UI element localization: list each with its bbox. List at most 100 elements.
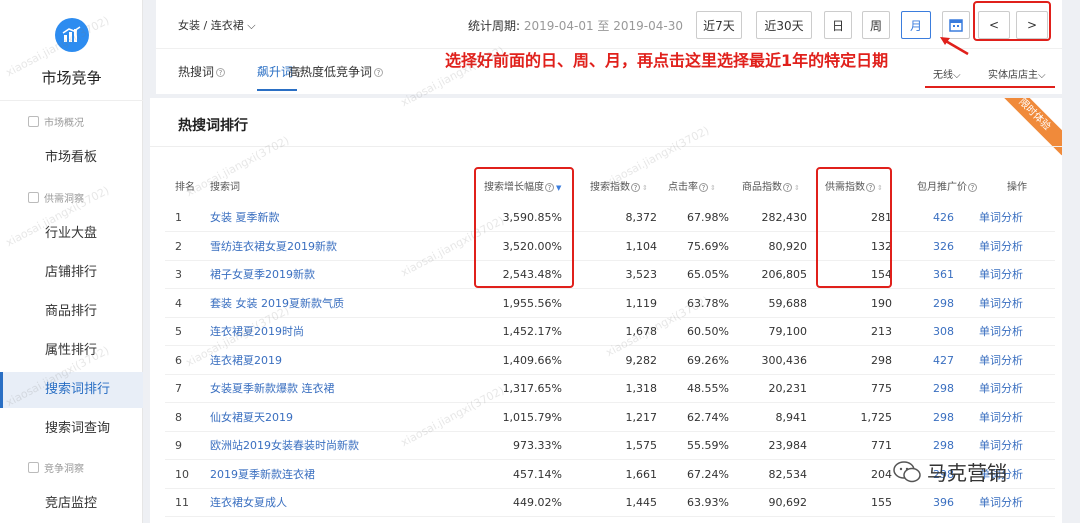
category-selector[interactable]: 女装 / 连衣裙 ⌵: [178, 17, 256, 33]
annotation-highlight-date-nav: [973, 1, 1051, 41]
word-analysis-link[interactable]: 单词分析: [979, 347, 1023, 375]
word-analysis-link[interactable]: 单词分析: [979, 404, 1023, 432]
last-30-days-button[interactable]: 近30天: [756, 11, 812, 39]
last-7-days-button[interactable]: 近7天: [696, 11, 742, 39]
cell-growth: 1,452.17%: [502, 325, 562, 338]
table-row: 8 仙女裙夏天2019 1,015.79% 1,217 62.74% 8,941 1,725…: [165, 404, 1055, 432]
day-button[interactable]: 日: [824, 11, 852, 39]
cell-growth: 973.33%: [513, 439, 562, 452]
word-analysis-link[interactable]: 单词分析: [979, 290, 1023, 318]
cell-goods-index: 8,941: [775, 410, 808, 424]
section-icon: [28, 116, 39, 127]
cell-search-index: 1,678: [625, 325, 658, 338]
cell-search-index: 1,661: [625, 467, 658, 481]
cell-ctr: 65.05%: [687, 268, 729, 281]
word-analysis-link[interactable]: 单词分析: [979, 375, 1023, 403]
chevron-down-icon: ⌵: [247, 19, 256, 32]
cell-growth: 1,317.65%: [502, 382, 562, 395]
cell-rank: 6: [175, 353, 182, 367]
keyword-link[interactable]: 女装 夏季新款: [210, 204, 280, 232]
tab-low-competition[interactable]: 高热度低竞争词?: [288, 63, 384, 80]
brand-name: 马克营销: [927, 461, 1007, 485]
cell-goods-index: 90,692: [768, 496, 808, 509]
sidebar-section-competition: 竞争洞察: [28, 460, 84, 475]
cell-supply-index: 1,725: [860, 410, 893, 424]
sidebar-item-search-rank[interactable]: 搜索词排行: [0, 372, 143, 408]
cell-ctr: 62.74%: [687, 410, 729, 424]
cell-search-index: 3,523: [625, 268, 658, 281]
cell-goods-index: 80,920: [768, 239, 808, 253]
word-analysis-link[interactable]: 单词分析: [979, 204, 1023, 232]
keyword-link[interactable]: 裙子女夏季2019新款: [210, 261, 315, 289]
keyword-link[interactable]: 连衣裙夏2019: [210, 347, 282, 375]
cell-search-index: 1,575: [625, 439, 658, 452]
sidebar-divider: [0, 100, 143, 101]
active-tab-indicator: [257, 89, 297, 91]
cell-supply-index: 775: [871, 382, 892, 395]
help-icon: ?: [699, 182, 708, 192]
table-row: 1 女装 夏季新款 3,590.85% 8,372 67.98% 282,430 281 42…: [165, 204, 1055, 232]
sidebar-item-industry[interactable]: 行业大盘: [0, 216, 143, 252]
seller-type-filter[interactable]: 实体店店主⌵: [988, 66, 1046, 81]
cell-goods-index: 20,231: [768, 382, 808, 395]
cell-rank: 3: [175, 268, 182, 281]
cell-growth: 457.14%: [513, 467, 562, 481]
keyword-link[interactable]: 连衣裙夏2019时尚: [210, 318, 304, 346]
keyword-link[interactable]: 2019夏季新款连衣裙: [210, 461, 315, 489]
cell-supply-index: 190: [871, 296, 892, 310]
sort-icon[interactable]: ⇕: [710, 184, 716, 192]
header-rank: 排名: [175, 182, 195, 193]
word-analysis-link[interactable]: 单词分析: [979, 261, 1023, 289]
cell-monthly-price: 298: [933, 382, 954, 395]
keyword-link[interactable]: 欧洲站2019女装春装时尚新款: [210, 432, 359, 460]
keyword-link[interactable]: 仙女裙夏天2019: [210, 404, 293, 432]
header-keyword: 搜索词: [210, 182, 240, 193]
cell-rank: 7: [175, 382, 182, 395]
sidebar: 市场竞争 市场概况 市场看板 供需洞察 行业大盘 店铺排行 商品排行 属性排行 …: [0, 0, 143, 523]
cell-growth: 449.02%: [513, 496, 562, 509]
keyword-link[interactable]: 连衣裙女夏成人: [210, 489, 287, 517]
sidebar-item-goods-rank[interactable]: 商品排行: [0, 294, 143, 330]
tab-hot-words[interactable]: 热搜词?: [178, 63, 226, 80]
chevron-down-icon: ⌵: [1038, 70, 1046, 81]
table-row: 2 雪纺连衣裙女夏2019新款 3,520.00% 1,104 75.69% 80,920…: [165, 233, 1055, 261]
cell-ctr: 48.55%: [687, 382, 729, 395]
header-goods-index[interactable]: 商品指数? ⇕: [742, 178, 800, 193]
cell-search-index: 8,372: [625, 211, 658, 224]
month-button[interactable]: 月: [901, 11, 931, 39]
sidebar-item-competitor-monitor[interactable]: 竞店监控: [0, 486, 143, 522]
sidebar-item-market-dashboard[interactable]: 市场看板: [0, 140, 143, 176]
help-icon: ?: [216, 68, 226, 77]
cell-search-index: 1,217: [625, 410, 658, 424]
chevron-down-icon: ⌵: [953, 70, 961, 81]
keyword-link[interactable]: 套装 女装 2019夏新款气质: [210, 290, 344, 318]
word-analysis-link[interactable]: 单词分析: [979, 432, 1023, 460]
word-analysis-link[interactable]: 单词分析: [979, 318, 1023, 346]
cell-supply-index: 298: [871, 353, 892, 367]
section-icon: [28, 462, 39, 473]
cell-monthly-price: 298: [933, 296, 954, 310]
sort-icon[interactable]: ⇕: [642, 184, 648, 192]
word-analysis-link[interactable]: 单词分析: [979, 233, 1023, 261]
help-icon: ?: [783, 182, 792, 192]
cell-rank: 1: [175, 211, 182, 224]
word-analysis-link[interactable]: 单词分析: [979, 489, 1023, 517]
cell-goods-index: 59,688: [768, 296, 808, 310]
annotation-highlight-supply: [816, 167, 892, 288]
sidebar-item-search-query[interactable]: 搜索词查询: [0, 411, 143, 447]
header-search-index[interactable]: 搜索指数? ⇕: [590, 178, 648, 193]
calendar-icon: [949, 19, 963, 32]
cell-rank: 11: [175, 496, 189, 509]
sidebar-item-shop-rank[interactable]: 店铺排行: [0, 255, 143, 291]
device-filter[interactable]: 无线⌵: [933, 66, 961, 81]
period-info: 统计周期: 2019-04-01 至 2019-04-30: [468, 19, 683, 33]
keyword-link[interactable]: 女装夏季新款爆款 连衣裙: [210, 375, 335, 403]
sidebar-item-attr-rank[interactable]: 属性排行: [0, 333, 143, 369]
header-ctr[interactable]: 点击率? ⇕: [668, 178, 716, 193]
cell-ctr: 55.59%: [687, 439, 729, 452]
week-button[interactable]: 周: [862, 11, 890, 39]
cell-rank: 10: [175, 467, 189, 481]
keyword-link[interactable]: 雪纺连衣裙女夏2019新款: [210, 233, 337, 261]
sort-icon[interactable]: ⇕: [794, 184, 800, 192]
cell-ctr: 69.26%: [687, 353, 729, 367]
